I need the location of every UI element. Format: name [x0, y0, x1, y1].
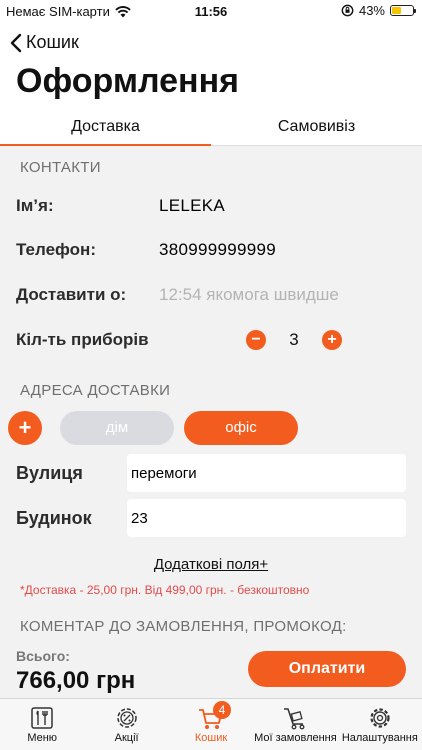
- cutlery-plus-button[interactable]: +: [322, 330, 342, 350]
- tabbar-item-orders[interactable]: Мої замовлення: [253, 699, 337, 750]
- phone-value[interactable]: 380999999999: [159, 240, 276, 260]
- address-chip-office[interactable]: офіс: [184, 411, 298, 445]
- battery-icon: [390, 5, 416, 16]
- promo-gear-icon: [116, 708, 137, 728]
- cutlery-minus-button[interactable]: −: [246, 330, 266, 350]
- name-label: Ім’я:: [16, 196, 54, 215]
- house-label: Будинок: [16, 507, 92, 528]
- status-bar: Немає SIM-карти 11:56 43%: [0, 0, 422, 22]
- tabbar-label-orders: Мої замовлення: [254, 732, 337, 744]
- orders-cart-icon: [284, 708, 305, 730]
- bottom-tab-bar: Меню Акції 4 Кошик Мої замовлення Налашт…: [0, 698, 422, 750]
- phone-label: Телефон:: [16, 240, 96, 259]
- tabbar-label-cart: Кошик: [194, 732, 228, 744]
- comment-section-title[interactable]: КОМЕНТАР ДО ЗАМОВЛЕННЯ, ПРОМОКОД:: [20, 618, 347, 635]
- tabbar-label-settings: Налаштування: [341, 732, 418, 744]
- house-input[interactable]: [127, 499, 406, 537]
- cutlery-stepper: − 3 +: [246, 330, 342, 350]
- tabbar-item-promos[interactable]: Акції: [84, 699, 168, 750]
- street-input[interactable]: [127, 454, 406, 492]
- cutlery-label: Кіл-ть приборів: [16, 330, 149, 349]
- status-right: 43%: [341, 3, 416, 18]
- delivery-time-row[interactable]: Доставити о: 12:54 якомога швидше: [16, 281, 406, 309]
- address-chips: + дім офіс: [8, 411, 298, 445]
- delivery-time-label: Доставити о:: [16, 285, 127, 304]
- battery-percent: 43%: [358, 3, 385, 18]
- cart-badge: 4: [213, 701, 232, 719]
- address-section-title: АДРЕСА ДОСТАВКИ: [20, 382, 171, 399]
- cutlery-row: Кіл-ть приборів − 3 +: [16, 326, 406, 354]
- tab-pickup[interactable]: Самовивіз: [211, 114, 422, 145]
- name-value[interactable]: LELEKA: [159, 196, 225, 216]
- orientation-lock-icon: [341, 4, 354, 17]
- pay-button[interactable]: Оплатити: [248, 651, 406, 687]
- back-button[interactable]: Кошик: [10, 32, 79, 53]
- cutlery-count: 3: [289, 330, 299, 349]
- chevron-left-icon: [10, 33, 22, 52]
- name-row[interactable]: Ім’я: LELEKA: [16, 192, 406, 220]
- back-label: Кошик: [26, 32, 79, 52]
- tabbar-label-promos: Акції: [114, 732, 139, 744]
- street-row: Вулиця: [16, 453, 406, 493]
- delivery-time-field[interactable]: 12:54 якомога швидше: [159, 285, 339, 305]
- delivery-tabs: Доставка Самовивіз: [0, 114, 422, 146]
- total-value: 766,00 грн: [16, 667, 136, 694]
- extra-fields-link[interactable]: Додаткові поля+: [0, 556, 422, 573]
- delivery-note: *Доставка - 25,00 грн. Від 499,00 грн. -…: [20, 583, 310, 597]
- address-chip-home[interactable]: дім: [60, 411, 174, 445]
- house-row: Будинок: [16, 498, 406, 538]
- add-address-button[interactable]: +: [8, 411, 42, 445]
- tabbar-item-cart[interactable]: 4 Кошик: [169, 699, 253, 750]
- tabbar-item-menu[interactable]: Меню: [0, 699, 84, 750]
- tabbar-item-settings[interactable]: Налаштування: [338, 699, 422, 750]
- total-label: Всього:: [16, 648, 70, 664]
- tabbar-label-menu: Меню: [27, 732, 58, 744]
- tab-delivery[interactable]: Доставка: [0, 114, 211, 146]
- menu-book-icon: [31, 707, 53, 729]
- street-label: Вулиця: [16, 462, 83, 483]
- settings-gear-icon: [370, 708, 390, 728]
- page-title: Оформлення: [16, 62, 239, 100]
- phone-row[interactable]: Телефон: 380999999999: [16, 236, 406, 264]
- contacts-section-title: КОНТАКТИ: [20, 159, 101, 176]
- nav-header: Кошик Оформлення Доставка Самовивіз: [0, 22, 422, 146]
